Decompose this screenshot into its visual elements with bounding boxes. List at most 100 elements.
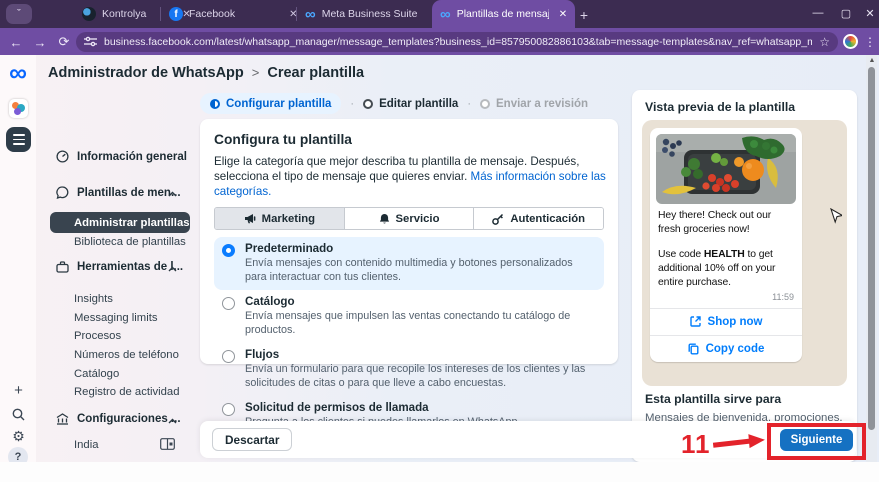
tab-servicio[interactable]: Servicio — [343, 208, 474, 230]
sidebar-item-tools[interactable]: Herramientas de l... — [56, 261, 183, 273]
briefcase-icon — [56, 261, 69, 273]
option-description: Envía un formulario para que recopile lo… — [245, 363, 586, 390]
sidebar-item-label: Información general — [77, 150, 187, 163]
category-tabs: Marketing Servicio Autenticación — [214, 207, 604, 231]
add-button[interactable]: + — [10, 382, 27, 399]
window-close-button[interactable]: ✕ — [856, 0, 879, 26]
tab-meta-business-suite[interactable]: ∞ Meta Business Suite ✕ — [305, 0, 446, 28]
step-edit-template[interactable]: Editar plantilla — [363, 98, 458, 110]
button-label: Shop now — [707, 315, 763, 328]
bell-icon — [379, 213, 389, 224]
url-text[interactable]: business.facebook.com/latest/whatsapp_ma… — [104, 36, 812, 48]
copy-code-button[interactable]: Copy code — [650, 334, 802, 362]
facebook-favicon-icon: f — [169, 7, 183, 21]
new-tab-button[interactable]: + — [574, 5, 594, 25]
sidebar-item-label: Administrar plantillas — [74, 216, 190, 229]
configure-template-card: Configura tu plantilla Elige la categorí… — [200, 119, 618, 428]
step-submit-review: Enviar a revisión — [480, 98, 588, 110]
message-timestamp: 11:59 — [772, 291, 794, 302]
tab-title: Plantillas de mensaje | Adminis — [456, 8, 549, 20]
breadcrumb-root[interactable]: Administrador de WhatsApp — [48, 65, 244, 81]
browser-menu-icon[interactable]: ⋮ — [864, 32, 876, 52]
chat-bubble-icon — [56, 186, 69, 199]
message-line1: Hey there! Check out our fresh groceries… — [658, 210, 772, 235]
page-title: Crear plantilla — [267, 65, 365, 81]
scrollbar-up-icon[interactable]: ▲ — [868, 57, 876, 65]
step-label: Enviar a revisión — [496, 97, 589, 110]
template-serves-title: Esta plantilla sirve para — [645, 392, 782, 406]
chevron-up-icon[interactable] — [168, 191, 177, 197]
radio-icon[interactable] — [222, 350, 235, 364]
sidebar-item-overview[interactable]: Información general — [56, 150, 187, 163]
keyboard-panel-icon[interactable] — [160, 438, 175, 450]
step-progress-icon — [210, 98, 220, 109]
chevron-up-icon[interactable] — [168, 418, 177, 424]
megaphone-icon — [244, 214, 256, 224]
back-button[interactable]: ← — [6, 32, 26, 52]
chevron-up-icon[interactable] — [168, 266, 177, 272]
tab-autenticacion[interactable]: Autenticación — [473, 208, 603, 230]
message-text: Hey there! Check out our fresh groceries… — [650, 204, 802, 290]
radio-icon[interactable] — [222, 403, 235, 417]
template-preview-panel: Vista previa de la plantilla Hey there! … — [632, 90, 857, 462]
sidebar-item-insights[interactable]: Insights — [74, 293, 113, 305]
tab-label: Autenticación — [510, 212, 586, 225]
step-configure-template[interactable]: Configurar plantilla — [200, 93, 342, 114]
option-title: Predeterminado — [245, 242, 334, 256]
preview-title: Vista previa de la plantilla — [645, 100, 796, 114]
tab-title: Meta Business Suite — [321, 8, 418, 20]
sidebar-item-activity-log[interactable]: Registro de actividad — [74, 386, 180, 398]
bookmark-star-icon[interactable]: ☆ — [819, 35, 830, 49]
sidebar-item-label: Plantillas de men... — [77, 186, 181, 199]
sidebar-item-phone-numbers[interactable]: Números de teléfono — [74, 349, 179, 361]
site-info-icon[interactable] — [84, 36, 97, 47]
message-bubble: Hey there! Check out our fresh groceries… — [650, 128, 802, 362]
search-icon[interactable] — [10, 406, 27, 423]
key-icon — [492, 213, 504, 225]
tab-label: Marketing — [261, 212, 316, 225]
sidebar-item-catalog[interactable]: Catálogo — [74, 368, 119, 380]
external-link-icon — [689, 316, 701, 327]
whatsapp-manager-app-icon[interactable] — [9, 99, 28, 118]
tab-facebook[interactable]: f Facebook ✕ — [169, 0, 298, 28]
gear-icon[interactable]: ⚙ — [10, 428, 27, 445]
forward-button[interactable]: → — [30, 32, 50, 52]
page-scrollbar-thumb[interactable] — [868, 67, 875, 430]
browser-profile-icon[interactable] — [843, 34, 858, 49]
sidebar-item-templates[interactable]: Plantillas de men... — [56, 186, 181, 199]
annotation-step-number: 11 — [681, 429, 711, 459]
tab-plantillas-active[interactable]: ∞ Plantillas de mensaje | Adminis ✕ — [432, 0, 576, 28]
option-predeterminado[interactable]: Predeterminado Envía mensajes con conten… — [214, 237, 604, 291]
radio-selected-icon[interactable] — [222, 244, 235, 258]
radio-icon[interactable] — [222, 297, 235, 311]
tab-marketing[interactable]: Marketing — [215, 208, 344, 230]
shop-now-button[interactable]: Shop now — [650, 307, 802, 335]
option-catalogo[interactable]: Catálogo Envía mensajes que impulsen las… — [214, 290, 604, 343]
page-background: ∞ + ⚙ ? Administrador de WhatsApp > Crea… — [0, 55, 879, 467]
step-separator: · — [467, 97, 472, 110]
stepper: Configurar plantilla · Editar plantilla … — [200, 93, 588, 114]
groceries-image — [656, 134, 796, 204]
reload-button[interactable]: ⟳ — [54, 32, 74, 52]
tab-separator — [296, 7, 297, 21]
menu-hamburger-button[interactable] — [6, 127, 31, 152]
sidebar-item-processes[interactable]: Procesos — [74, 330, 121, 342]
sidebar-item-template-library[interactable]: Biblioteca de plantillas — [74, 236, 186, 248]
tab-search-button[interactable]: ˇ — [6, 4, 32, 24]
option-title: Solicitud de permisos de llamada — [245, 401, 429, 415]
discard-button[interactable]: Descartar — [212, 428, 293, 451]
address-bar[interactable]: business.facebook.com/latest/whatsapp_ma… — [76, 31, 838, 52]
option-description: Envía mensajes con contenido multimedia … — [245, 257, 573, 284]
window-minimize-button[interactable]: — — [804, 0, 832, 26]
tab-title: Facebook — [189, 8, 236, 20]
sidebar-item-messaging-limits[interactable]: Messaging limits — [74, 312, 158, 324]
step-progress-icon — [363, 98, 374, 109]
sidebar-item-manage-templates[interactable]: Administrar plantillas — [50, 212, 190, 233]
meta-logo-icon[interactable]: ∞ — [5, 61, 31, 86]
sidebar-item-settings[interactable]: Configuraciones ... — [56, 413, 181, 425]
sidebar-item-account-india[interactable]: India — [74, 439, 99, 451]
close-tab-icon[interactable]: ✕ — [559, 9, 567, 20]
meta-favicon-icon: ∞ — [305, 5, 316, 23]
meta-favicon-icon: ∞ — [440, 5, 451, 23]
option-flujos[interactable]: Flujos Envía un formulario para que reco… — [214, 343, 604, 396]
